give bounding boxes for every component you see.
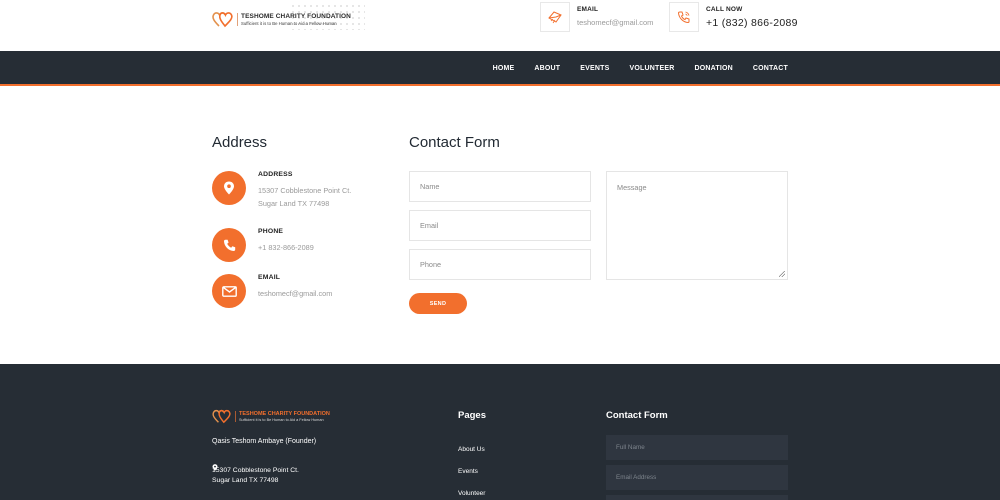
phone-item: PHONE +1 832-866-2089: [212, 228, 314, 262]
footer-email-input[interactable]: Email Address: [606, 465, 788, 490]
footer-logo-tagline: Sufficient it is to Be Human to Aid a Fe…: [239, 417, 324, 422]
footer-logo[interactable]: TESHOME CHARITY FOUNDATION Sufficient it…: [212, 408, 330, 424]
phone-placeholder: Phone: [420, 260, 442, 269]
header-call-label: CALL NOW: [706, 6, 743, 13]
header-email-label: EMAIL: [577, 6, 599, 13]
nav-item-home[interactable]: HOME: [493, 65, 515, 72]
message-placeholder: Message: [617, 183, 647, 192]
footer-address: 15307 Cobblestone Point Ct. Sugar Land T…: [212, 466, 299, 486]
email-placeholder: Email: [420, 221, 439, 230]
address-title: Address: [212, 134, 268, 151]
nav-item-contact[interactable]: CONTACT: [753, 65, 788, 72]
email-label: EMAIL: [258, 274, 281, 281]
map-pin-icon: [212, 171, 246, 205]
footer-form-title: Contact Form: [606, 410, 668, 421]
email-input[interactable]: Email: [409, 210, 591, 241]
contact-form-title: Contact Form: [409, 134, 500, 151]
footer-logo-title: TESHOME CHARITY FOUNDATION: [239, 410, 330, 417]
phone-value[interactable]: +1 832-866-2089: [258, 241, 314, 254]
email-item: EMAIL teshomecf@gmail.com: [212, 274, 332, 308]
footer-hearts-logo-icon: [212, 409, 231, 424]
envelope-line-icon: [540, 2, 570, 32]
main-nav: HOME ABOUT EVENTS VOLUNTEER DONATION CON…: [0, 51, 1000, 86]
address-line-2: Sugar Land TX 77498: [258, 199, 330, 208]
header-call-value[interactable]: +1 (832) 866-2089: [706, 17, 798, 29]
footer-email-placeholder: Email Address: [616, 474, 657, 481]
site-footer: TESHOME CHARITY FOUNDATION Sufficient it…: [0, 364, 1000, 500]
address-item: ADDRESS 15307 Cobblestone Point Ct. Suga…: [212, 171, 351, 210]
logo-text: TESHOME CHARITY FOUNDATION Sufficient it…: [237, 12, 351, 26]
address-line-1: 15307 Cobblestone Point Ct.: [258, 186, 352, 195]
footer-full-name-placeholder: Full Name: [616, 444, 645, 451]
resize-handle-icon[interactable]: [779, 271, 785, 277]
phone-input[interactable]: Phone: [409, 249, 591, 280]
header-call-box[interactable]: CALL NOW +1 (832) 866-2089: [669, 2, 798, 32]
footer-phone-icon: [212, 493, 218, 500]
name-input[interactable]: Name: [409, 171, 591, 202]
phone-icon: [212, 228, 246, 262]
name-placeholder: Name: [420, 182, 440, 191]
logo-tagline: Sufficient it is to Be Human to Aid a Fe…: [241, 20, 337, 26]
footer-link-about-us[interactable]: About Us: [458, 446, 485, 453]
address-label: ADDRESS: [258, 171, 293, 178]
footer-next-input[interactable]: [606, 495, 788, 500]
footer-link-events[interactable]: Events: [458, 468, 478, 475]
phone-ring-icon: [669, 2, 699, 32]
header-email-box[interactable]: EMAIL teshomecf@gmail.com: [540, 2, 653, 32]
footer-link-volunteer[interactable]: Volunteer: [458, 490, 485, 497]
logo-title: TESHOME CHARITY FOUNDATION: [241, 12, 351, 20]
envelope-icon: [212, 274, 246, 308]
header-email-value[interactable]: teshomecf@gmail.com: [577, 18, 653, 27]
phone-label: PHONE: [258, 228, 284, 235]
nav-item-about[interactable]: ABOUT: [534, 65, 560, 72]
footer-founder: Qasis Teshom Ambaye (Founder): [212, 438, 317, 445]
footer-address-line-1: 15307 Cobblestone Point Ct.: [212, 467, 299, 474]
message-textarea[interactable]: Message: [606, 171, 788, 280]
footer-pages-title: Pages: [458, 410, 486, 421]
site-header: TESHOME CHARITY FOUNDATION Sufficient it…: [0, 0, 1000, 51]
nav-menu: HOME ABOUT EVENTS VOLUNTEER DONATION CON…: [473, 51, 788, 86]
site-logo[interactable]: TESHOME CHARITY FOUNDATION Sufficient it…: [212, 10, 351, 28]
hearts-logo-icon: [212, 12, 233, 28]
footer-address-line-2: Sugar Land TX 77498: [212, 477, 279, 484]
email-value[interactable]: teshomecf@gmail.com: [258, 287, 332, 300]
footer-full-name-input[interactable]: Full Name: [606, 435, 788, 460]
nav-item-donation[interactable]: DONATION: [694, 65, 732, 72]
nav-item-volunteer[interactable]: VOLUNTEER: [629, 65, 674, 72]
nav-item-events[interactable]: EVENTS: [580, 65, 609, 72]
send-button[interactable]: SEND: [409, 293, 467, 314]
